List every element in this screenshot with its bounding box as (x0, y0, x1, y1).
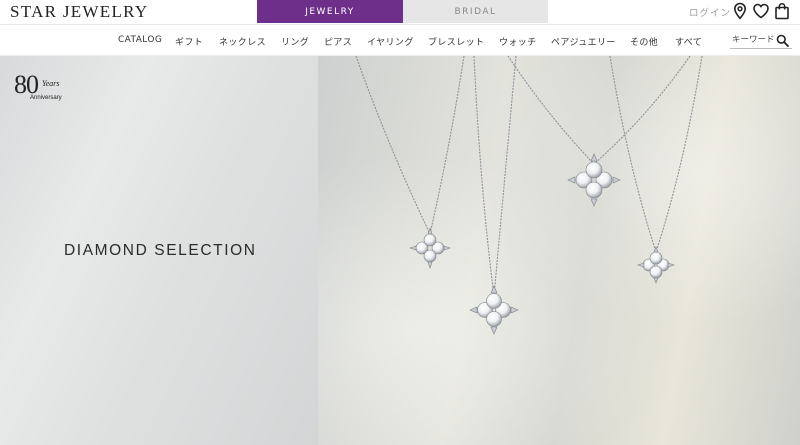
badge-years: Years (42, 79, 60, 88)
map-pin-icon[interactable] (731, 2, 749, 20)
nav-item-gift[interactable]: ギフト (175, 35, 203, 48)
shopping-bag-icon[interactable] (773, 2, 791, 20)
login-link[interactable]: ログイン (689, 5, 731, 19)
badge-anniversary: Anniversary (30, 95, 62, 101)
heart-icon[interactable] (752, 2, 770, 20)
nav-item-earring[interactable]: イヤリング (367, 35, 414, 48)
hero-title: DIAMOND SELECTION (64, 242, 257, 259)
search-box (730, 32, 792, 49)
tab-bridal[interactable]: BRIDAL (403, 0, 548, 23)
search-icon[interactable] (776, 34, 789, 47)
brand-logo[interactable]: STAR JEWELRY (10, 2, 148, 22)
nav-item-catalog[interactable]: CATALOG (118, 35, 162, 45)
tab-jewelry-label: JEWELRY (305, 6, 355, 17)
pendant-2 (469, 285, 519, 335)
necklace-photo (355, 56, 703, 335)
anniversary-badge: 80 Years Anniversary (14, 72, 68, 104)
category-nav: CATALOG ギフト ネックレス リング ピアス イヤリング ブレスレット ウ… (0, 24, 800, 56)
nav-item-ring[interactable]: リング (281, 35, 309, 48)
top-bar: STAR JEWELRY JEWELRY BRIDAL ログイン (0, 0, 800, 24)
nav-item-pair-jewelry[interactable]: ペアジュエリー (551, 35, 616, 48)
nav-item-necklace[interactable]: ネックレス (219, 35, 266, 48)
nav-item-all[interactable]: すべて (675, 35, 702, 48)
search-input[interactable] (730, 35, 776, 45)
nav-item-pierce[interactable]: ピアス (324, 35, 352, 48)
tab-bridal-label: BRIDAL (454, 6, 497, 17)
pendant-3 (567, 153, 621, 207)
pendant-1 (409, 227, 451, 269)
tab-jewelry[interactable]: JEWELRY (257, 0, 403, 23)
hero-banner[interactable]: 80 Years Anniversary DIAMOND SELECTION (0, 56, 800, 445)
nav-item-bracelet[interactable]: ブレスレット (428, 35, 484, 48)
pendant-4 (637, 246, 675, 284)
nav-item-watch[interactable]: ウォッチ (499, 35, 537, 48)
nav-item-others[interactable]: その他 (630, 35, 658, 48)
